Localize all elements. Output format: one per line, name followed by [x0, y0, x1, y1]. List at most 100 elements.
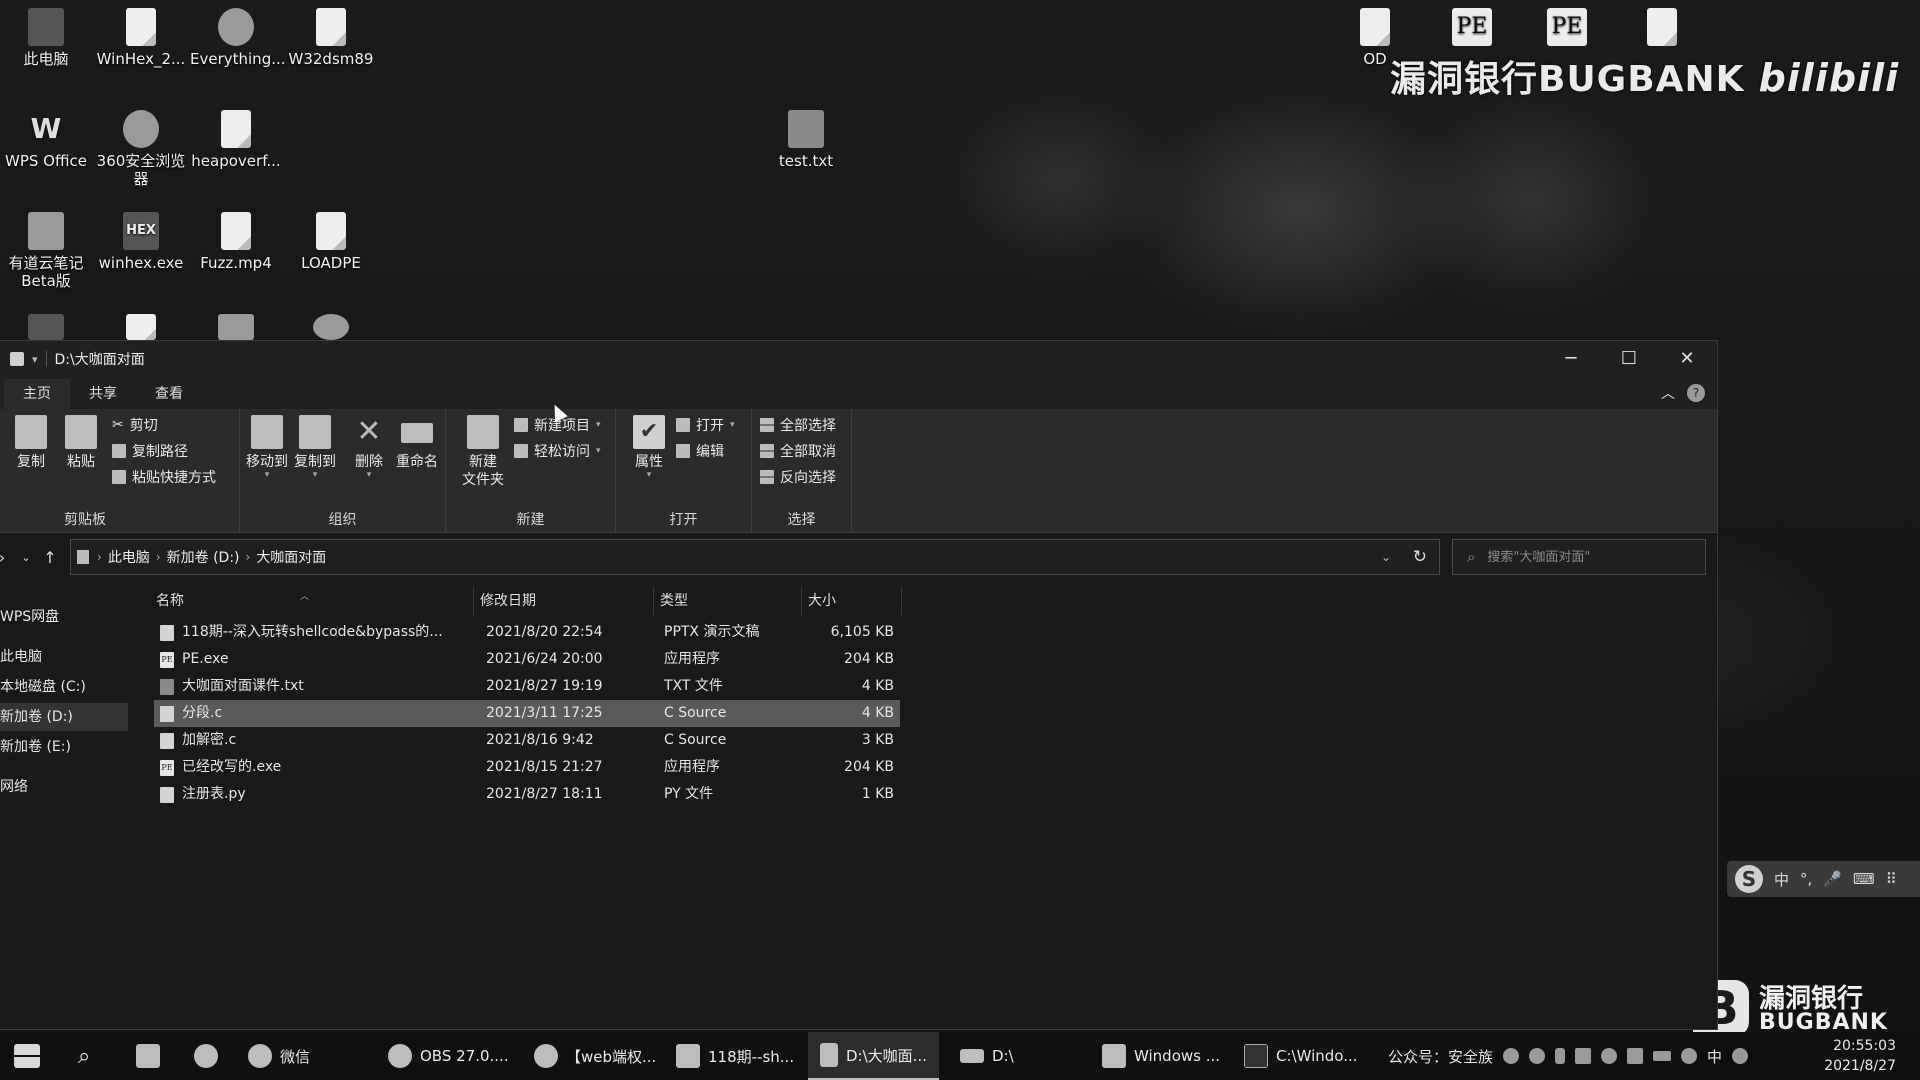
breadcrumb-this-pc[interactable]: 此电脑 [108, 547, 150, 567]
desktop-icon-loadpe[interactable]: LOADPE [285, 212, 377, 272]
open-button[interactable]: 打开 ▾ [676, 414, 735, 436]
copy-path-button[interactable]: 复制路径 [112, 440, 188, 462]
file-row[interactable]: 注册表.py 2021/8/27 18:11 PY 文件 1 KB [154, 781, 900, 808]
maximize-button[interactable]: ☐ [1600, 341, 1658, 377]
paste-shortcut-button[interactable]: 粘贴快捷方式 [112, 466, 216, 488]
tray-app-icon[interactable] [1503, 1048, 1520, 1064]
ime-toolbar[interactable]: S 中 °, 🎤 ⌨ ⠿ [1727, 861, 1920, 897]
keyboard-icon[interactable]: ⌨ [1853, 870, 1875, 888]
microphone-icon[interactable] [1555, 1048, 1566, 1064]
nav-item-network[interactable]: 网络 [0, 773, 128, 801]
recent-locations-icon[interactable]: ⌄ [14, 551, 38, 564]
move-to-button[interactable]: 移动到 ▾ [242, 415, 292, 480]
nav-item-drive-d[interactable]: 新加卷 (D:) [0, 703, 128, 731]
address-history-dropdown-icon[interactable]: ⌄ [1381, 550, 1391, 564]
delete-button[interactable]: ✕ 删除 ▾ [344, 415, 394, 480]
sogou-icon[interactable]: S [1735, 865, 1763, 893]
taskbar-app-pinned-2[interactable] [194, 1032, 218, 1080]
file-row[interactable]: 118期--深入玩转shellcode&bypass的... 2021/8/20… [154, 619, 900, 646]
file-row-selected[interactable]: 分段.c 2021/3/11 17:25 C Source 4 KB [154, 700, 900, 727]
new-folder-button[interactable]: 新建 文件夹 [458, 415, 508, 489]
desktop-icon-wps[interactable]: W WPS Office [0, 110, 92, 170]
sogou-tray-icon[interactable] [1732, 1048, 1749, 1064]
desktop-icon-360-browser[interactable]: 360安全浏览器 [95, 110, 187, 188]
desktop-icon-fuzz-mp4[interactable]: Fuzz.mp4 [190, 212, 282, 272]
clock[interactable]: 20:55:03 2021/8/27 [1824, 1036, 1896, 1076]
invert-selection-button[interactable]: 反向选择 [760, 466, 836, 488]
tab-view[interactable]: 查看 [136, 379, 202, 409]
taskbar-drive-d[interactable]: D:\ [960, 1032, 1014, 1080]
microphone-icon[interactable]: 🎤 [1823, 870, 1842, 888]
search-input[interactable] [1487, 549, 1688, 565]
up-arrow-icon[interactable]: ↑ [38, 548, 62, 567]
desktop-icon-pe-2[interactable]: PE [1521, 8, 1613, 50]
edit-button[interactable]: 编辑 [676, 440, 724, 462]
collapse-ribbon-icon[interactable]: ︿ [1661, 383, 1675, 403]
taskbar-app-pinned-1[interactable] [136, 1032, 160, 1080]
desktop-icon-heapoverflow[interactable]: heapoverf... [190, 110, 282, 170]
breadcrumb-current-folder[interactable]: 大咖面对面 [256, 547, 326, 567]
wifi-icon[interactable] [1601, 1048, 1618, 1064]
column-header-name[interactable]: ︿ 名称 [150, 587, 474, 615]
desktop-icon-winhex-exe[interactable]: HEX winhex.exe [95, 212, 187, 272]
volume-icon[interactable] [1627, 1048, 1644, 1064]
pen-icon[interactable] [1681, 1048, 1698, 1064]
desktop-icon-w32dsm89[interactable]: W32dsm89 [285, 8, 377, 68]
taskbar-search-button[interactable]: ⌕ [78, 1032, 90, 1080]
punctuation-icon[interactable]: °, [1800, 870, 1812, 888]
grid-icon[interactable]: ⠿ [1886, 870, 1897, 888]
device-icon[interactable] [1575, 1048, 1592, 1064]
tab-share[interactable]: 共享 [70, 379, 136, 409]
refresh-icon[interactable]: ↻ [1413, 547, 1427, 567]
desktop-icon-everything[interactable]: Everything... [190, 8, 286, 68]
desktop-icon-winhex-zip[interactable]: WinHex_2... [95, 8, 187, 68]
breadcrumb-separator[interactable]: › [97, 550, 102, 564]
desktop-icon-partial[interactable] [1616, 8, 1708, 50]
close-button[interactable]: ✕ [1658, 341, 1716, 377]
breadcrumb-separator[interactable]: › [156, 550, 161, 564]
nav-item-drive-c[interactable]: 本地磁盘 (C:) [0, 673, 128, 701]
nav-item-wps-drive[interactable]: WPS网盘 [0, 603, 128, 631]
column-header-modified[interactable]: 修改日期 [474, 587, 654, 615]
desktop-icon-youdao[interactable]: 有道云笔记Beta版 [0, 212, 92, 290]
ime-mode[interactable]: 中 [1774, 869, 1789, 890]
tab-home[interactable]: 主页 [4, 379, 70, 409]
column-header-type[interactable]: 类型 [654, 587, 802, 615]
forward-icon[interactable]: › [0, 548, 14, 567]
taskbar-browser-web[interactable]: 【web端权... [534, 1032, 656, 1080]
properties-button[interactable]: ✔ 属性 ▾ [624, 415, 674, 480]
taskbar-cmd[interactable]: C:\Windo... [1244, 1032, 1358, 1080]
nav-item-drive-e[interactable]: 新加卷 (E:) [0, 733, 128, 761]
column-header-size[interactable]: 大小 [802, 587, 902, 615]
select-none-button[interactable]: 全部取消 [760, 440, 836, 462]
file-row[interactable]: PE PE.exe 2021/6/24 20:00 应用程序 204 KB [154, 646, 900, 673]
copy-button[interactable]: 复制 [6, 415, 56, 471]
easy-access-button[interactable]: 轻松访问 ▾ [514, 440, 601, 462]
file-row[interactable]: PE 已经改写的.exe 2021/8/15 21:27 应用程序 204 KB [154, 754, 900, 781]
paste-button[interactable]: 粘贴 [56, 415, 106, 471]
copy-to-button[interactable]: 复制到 ▾ [290, 415, 340, 480]
taskbar-wps-ppt[interactable]: 118期--sh... [676, 1032, 794, 1080]
select-all-button[interactable]: 全部选择 [760, 414, 836, 436]
breadcrumb-drive-d[interactable]: 新加卷 (D:) [167, 547, 240, 567]
taskbar-explorer-active[interactable]: D:\大咖面... [808, 1032, 939, 1080]
search-box[interactable]: ⌕ [1452, 539, 1706, 575]
input-method-indicator[interactable]: 中 [1707, 1046, 1722, 1067]
help-icon[interactable]: ? [1687, 384, 1705, 402]
title-bar[interactable]: ▾ D:\大咖面对面 ─ ☐ ✕ [0, 341, 1717, 377]
nav-item-this-pc[interactable]: 此电脑 [0, 643, 128, 671]
minimize-button[interactable]: ─ [1542, 341, 1600, 377]
file-row[interactable]: 大咖面对面课件.txt 2021/8/27 19:19 TXT 文件 4 KB [154, 673, 900, 700]
quick-access-dropdown-icon[interactable]: ▾ [32, 353, 38, 366]
desktop-icon-pe-1[interactable]: PE [1426, 8, 1518, 50]
breadcrumb-separator[interactable]: › [246, 550, 251, 564]
file-row[interactable]: 加解密.c 2021/8/16 9:42 C Source 3 KB [154, 727, 900, 754]
taskbar-windows-app[interactable]: Windows ... [1102, 1032, 1220, 1080]
desktop-icon-test-txt[interactable]: test.txt [760, 110, 852, 170]
wechat-tray-icon[interactable] [1529, 1048, 1546, 1064]
address-bar[interactable]: › 此电脑 › 新加卷 (D:) › 大咖面对面 ⌄ ↻ [70, 539, 1440, 575]
start-button[interactable] [14, 1032, 40, 1080]
cut-button[interactable]: ✂ 剪切 [112, 414, 158, 436]
desktop-icon-this-pc[interactable]: 此电脑 [0, 8, 92, 68]
battery-icon[interactable] [1653, 1051, 1672, 1061]
